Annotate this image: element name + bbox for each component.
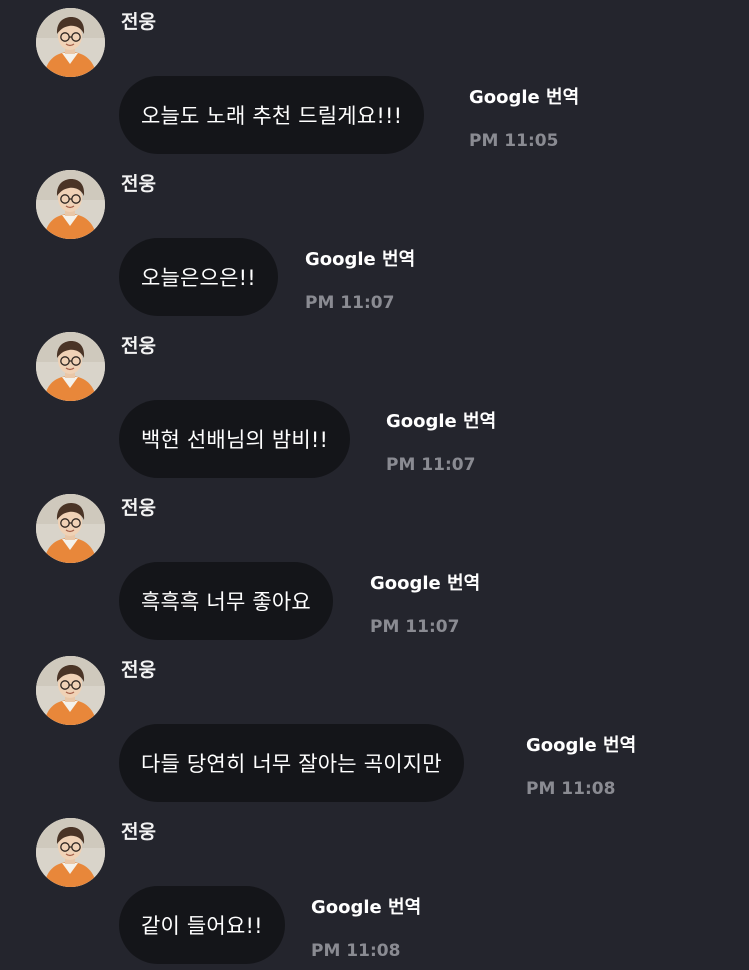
message-item: 전웅 백현 선배님의 밤비!! Google 번역 PM 11:07	[0, 324, 749, 484]
message-item: 전웅 같이 들어요!! Google 번역 PM 11:08	[0, 810, 749, 970]
message-item: 전웅 다들 당연히 너무 잘아는 곡이지만 Google 번역 PM 11:08	[0, 648, 749, 808]
message-timestamp: PM 11:07	[370, 617, 460, 637]
message-bubble[interactable]: 백현 선배님의 밤비!!	[119, 400, 351, 478]
avatar[interactable]	[36, 656, 105, 725]
message-bubble[interactable]: 다들 당연히 너무 잘아는 곡이지만	[119, 724, 464, 802]
message-bubble[interactable]: 오늘도 노래 추천 드릴게요!!!	[119, 76, 425, 154]
message-text: 흑흑흑 너무 좋아요	[141, 590, 311, 614]
sender-name: 전웅	[121, 497, 156, 519]
message-timestamp: PM 11:08	[526, 779, 616, 799]
message-bubble[interactable]: 같이 들어요!!	[119, 886, 285, 964]
sender-name: 전웅	[121, 173, 156, 195]
message-bubble[interactable]: 오늘은으은!!	[119, 238, 278, 316]
message-text: 오늘도 노래 추천 드릴게요!!!	[141, 104, 403, 128]
message-item: 전웅 흑흑흑 너무 좋아요 Google 번역 PM 11:07	[0, 486, 749, 646]
google-translate-link[interactable]: Google 번역	[305, 248, 415, 272]
sender-name: 전웅	[121, 11, 156, 33]
google-translate-link[interactable]: Google 번역	[311, 896, 421, 920]
message-item: 전웅 오늘도 노래 추천 드릴게요!!! Google 번역 PM 11:05	[0, 0, 749, 160]
google-translate-link[interactable]: Google 번역	[370, 572, 480, 596]
message-timestamp: PM 11:07	[305, 293, 395, 313]
sender-name: 전웅	[121, 335, 156, 357]
avatar[interactable]	[36, 494, 105, 563]
avatar[interactable]	[36, 170, 105, 239]
google-translate-link[interactable]: Google 번역	[526, 734, 636, 758]
google-translate-link[interactable]: Google 번역	[386, 410, 496, 434]
message-timestamp: PM 11:07	[386, 455, 476, 475]
google-translate-link[interactable]: Google 번역	[469, 86, 579, 110]
message-timestamp: PM 11:05	[469, 131, 559, 151]
avatar[interactable]	[36, 332, 105, 401]
avatar[interactable]	[36, 818, 105, 887]
sender-name: 전웅	[121, 659, 156, 681]
message-text: 같이 들어요!!	[141, 914, 263, 938]
avatar[interactable]	[36, 8, 105, 77]
message-timestamp: PM 11:08	[311, 941, 401, 961]
message-text: 다들 당연히 너무 잘아는 곡이지만	[141, 752, 442, 776]
message-text: 오늘은으은!!	[141, 266, 256, 290]
message-text: 백현 선배님의 밤비!!	[141, 428, 329, 452]
message-item: 전웅 오늘은으은!! Google 번역 PM 11:07	[0, 162, 749, 322]
sender-name: 전웅	[121, 821, 156, 843]
message-bubble[interactable]: 흑흑흑 너무 좋아요	[119, 562, 333, 640]
